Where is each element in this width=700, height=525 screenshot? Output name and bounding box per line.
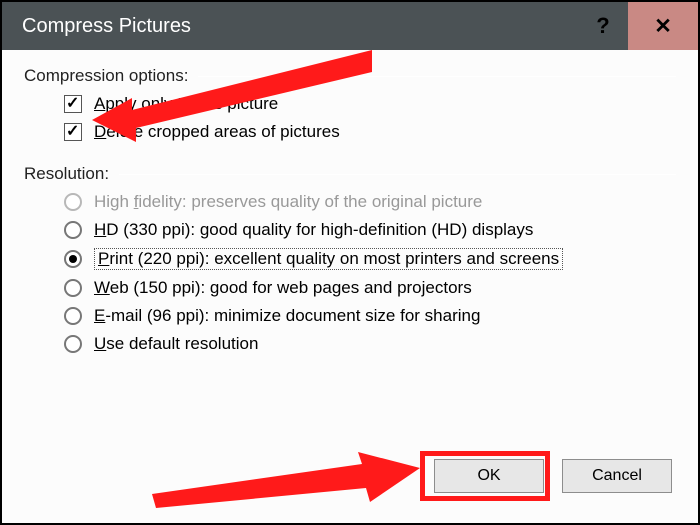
- window-buttons: ? ✕: [578, 2, 698, 50]
- radio-hd[interactable]: HD (330 ppi): good quality for high-defi…: [64, 220, 676, 240]
- radio-icon[interactable]: [64, 279, 82, 297]
- option-delete-cropped[interactable]: Delete cropped areas of pictures: [64, 122, 676, 142]
- title-bar: Compress Pictures ? ✕: [2, 2, 698, 50]
- section-resolution-label: Resolution:: [24, 164, 109, 184]
- section-resolution: Resolution:: [24, 164, 676, 184]
- option-apply-only[interactable]: Apply only to this picture: [64, 94, 676, 114]
- help-button[interactable]: ?: [578, 2, 628, 50]
- checkbox-delete-cropped[interactable]: [64, 123, 82, 141]
- radio-high-fidelity-label: High fidelity: preserves quality of the …: [94, 192, 482, 212]
- radio-email-label: E-mail (96 ppi): minimize document size …: [94, 306, 480, 326]
- radio-icon[interactable]: [64, 307, 82, 325]
- radio-icon[interactable]: [64, 221, 82, 239]
- radio-print-label: Print (220 ppi): excellent quality on mo…: [94, 248, 563, 270]
- dialog-body: Compression options: Apply only to this …: [2, 50, 698, 523]
- radio-icon: [64, 193, 82, 211]
- radio-icon[interactable]: [64, 250, 82, 268]
- divider: [119, 174, 676, 175]
- radio-icon[interactable]: [64, 335, 82, 353]
- section-compression-label: Compression options:: [24, 66, 188, 86]
- option-delete-cropped-label: Delete cropped areas of pictures: [94, 122, 340, 142]
- cancel-button[interactable]: Cancel: [562, 459, 672, 493]
- radio-default[interactable]: Use default resolution: [64, 334, 676, 354]
- close-button[interactable]: ✕: [628, 2, 698, 50]
- option-apply-only-label: Apply only to this picture: [94, 94, 278, 114]
- radio-hd-label: HD (330 ppi): good quality for high-defi…: [94, 220, 533, 240]
- section-compression: Compression options:: [24, 66, 676, 86]
- radio-print[interactable]: Print (220 ppi): excellent quality on mo…: [64, 248, 676, 270]
- radio-web-label: Web (150 ppi): good for web pages and pr…: [94, 278, 472, 298]
- radio-default-label: Use default resolution: [94, 334, 258, 354]
- radio-high-fidelity: High fidelity: preserves quality of the …: [64, 192, 676, 212]
- radio-web[interactable]: Web (150 ppi): good for web pages and pr…: [64, 278, 676, 298]
- window-title: Compress Pictures: [22, 15, 191, 38]
- dialog-window: Compress Pictures ? ✕ Compression option…: [0, 0, 700, 525]
- checkbox-apply-only[interactable]: [64, 95, 82, 113]
- divider: [198, 76, 676, 77]
- dialog-buttons: OK Cancel: [434, 459, 672, 493]
- radio-email[interactable]: E-mail (96 ppi): minimize document size …: [64, 306, 676, 326]
- ok-button[interactable]: OK: [434, 459, 544, 493]
